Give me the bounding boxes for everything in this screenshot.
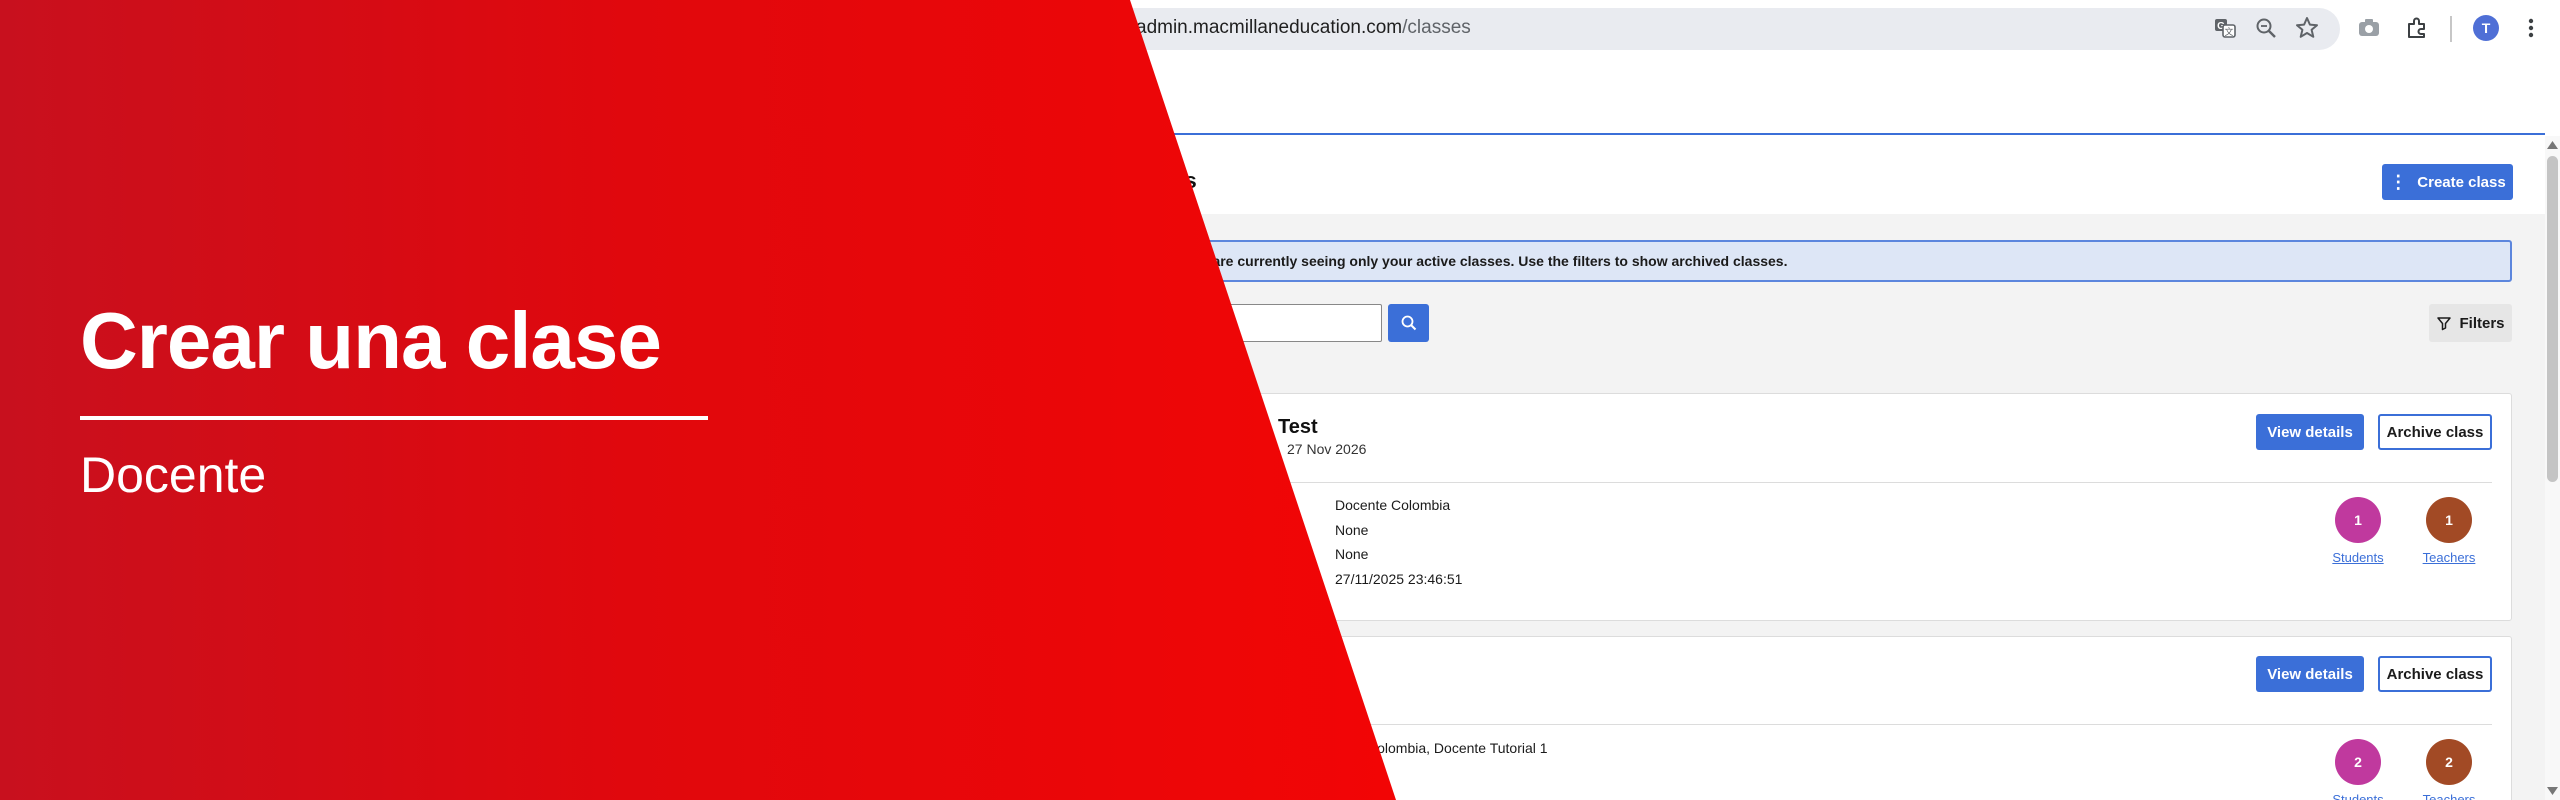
scroll-down-arrow-icon[interactable] xyxy=(2546,786,2559,796)
view-details-button[interactable]: View details xyxy=(2256,414,2364,450)
filters-button[interactable]: Filters xyxy=(2429,304,2512,342)
star-icon[interactable] xyxy=(2294,15,2320,41)
class-detail-teacher: Colombia, Docente Tutorial 1 xyxy=(1367,740,1548,756)
teachers-link[interactable]: Teachers xyxy=(2409,550,2489,565)
students-link[interactable]: Students xyxy=(2318,792,2398,800)
svg-text:文: 文 xyxy=(2224,26,2233,37)
info-banner-text: u are currently seeing only your active … xyxy=(1200,253,1788,269)
view-details-button[interactable]: View details xyxy=(2256,656,2364,692)
camera-icon[interactable] xyxy=(2356,15,2382,41)
page-title-bar xyxy=(0,136,2545,214)
toolbar-separator xyxy=(2450,16,2452,42)
card-divider xyxy=(1160,724,2492,725)
translate-icon[interactable]: G 文 xyxy=(2212,15,2238,41)
archive-class-button[interactable]: Archive class xyxy=(2378,414,2492,450)
class-detail-teacher: Docente Colombia xyxy=(1335,497,1451,513)
students-count-badge: 2 xyxy=(2335,739,2381,785)
filters-label: Filters xyxy=(2459,314,2505,332)
archive-class-button[interactable]: Archive class xyxy=(2378,656,2492,692)
scroll-up-arrow-icon[interactable] xyxy=(2546,140,2559,150)
teachers-count-badge: 1 xyxy=(2426,497,2472,543)
teachers-link[interactable]: Teachers xyxy=(2409,792,2489,800)
brand-logo-text[interactable]: o xyxy=(1148,86,1164,117)
zoom-icon[interactable] xyxy=(2253,15,2279,41)
class-detail-created: 27/11/2025 23:46:51 xyxy=(1335,571,1463,587)
url-host: admin.macmillaneducation.com xyxy=(1136,17,1403,38)
students-link[interactable]: Students xyxy=(2318,550,2398,565)
filter-icon xyxy=(2437,317,2452,331)
class-name[interactable]: Test xyxy=(1278,416,1318,439)
app-header xyxy=(0,57,2545,135)
results-count: ts xyxy=(1222,354,1233,370)
teachers-count-badge: 2 xyxy=(2426,739,2472,785)
profile-avatar[interactable]: T xyxy=(2473,15,2499,41)
class-detail-value: None xyxy=(1335,546,1369,562)
create-class-button[interactable]: ⋮ Create class xyxy=(2382,164,2513,200)
page-title: ses xyxy=(1160,168,1197,193)
url-path: /classes xyxy=(1402,17,1471,38)
more-vert-icon[interactable] xyxy=(2518,15,2544,41)
card-divider xyxy=(1160,482,2492,483)
search-icon xyxy=(1401,315,1416,331)
scrollbar-thumb[interactable] xyxy=(2547,156,2558,482)
address-url[interactable]: admin.macmillaneducation.com/classes xyxy=(1136,17,1471,39)
class-detail-value: None xyxy=(1335,522,1369,538)
search-input[interactable] xyxy=(1160,304,1382,342)
more-vert-icon: ⋮ xyxy=(2389,172,2408,192)
extensions-icon[interactable] xyxy=(2404,15,2430,41)
class-date: 27 Nov 2026 xyxy=(1287,441,1367,457)
create-class-label: Create class xyxy=(2417,173,2506,191)
search-button[interactable] xyxy=(1388,304,1429,342)
students-count-badge: 1 xyxy=(2335,497,2381,543)
